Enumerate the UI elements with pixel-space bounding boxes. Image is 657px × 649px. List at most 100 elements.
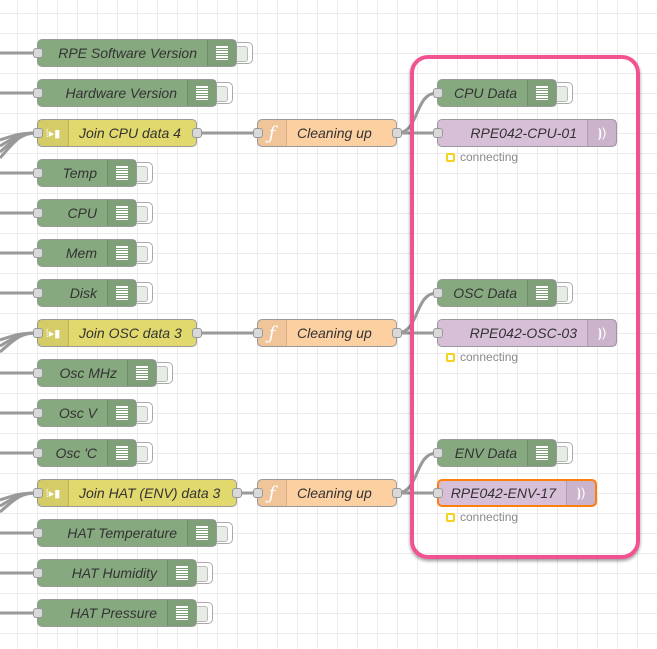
node-label: RPE Software Version xyxy=(58,45,197,61)
debug-node-hardware-version[interactable]: Hardware Version xyxy=(33,79,233,107)
input-port[interactable] xyxy=(33,448,43,458)
node-label: Cleaning up xyxy=(297,325,372,341)
debug-list-icon xyxy=(107,400,136,426)
debug-list-icon xyxy=(107,280,136,306)
input-port[interactable] xyxy=(33,248,43,258)
broadcast-icon: ⦘) xyxy=(587,320,616,346)
node-label: Hardware Version xyxy=(65,85,177,101)
debug-node-osc-mhz[interactable]: Osc MHz xyxy=(33,359,173,387)
debug-node-cpu[interactable]: CPU xyxy=(33,199,153,227)
debug-toggle-button[interactable] xyxy=(137,242,153,264)
debug-node-hat-humidity[interactable]: HAT Humidity xyxy=(33,559,213,587)
output-port[interactable] xyxy=(192,128,202,138)
debug-node-osc-data[interactable]: OSC Data xyxy=(433,279,573,307)
input-port[interactable] xyxy=(433,448,443,458)
function-node-cleaning-osc[interactable]: ƒ Cleaning up xyxy=(253,319,402,347)
node-label: RPE042-OSC-03 xyxy=(469,325,577,341)
debug-list-icon xyxy=(107,440,136,466)
input-port[interactable] xyxy=(33,328,43,338)
debug-node-cpu-data[interactable]: CPU Data xyxy=(433,79,573,107)
debug-toggle-button[interactable] xyxy=(137,282,153,304)
wire xyxy=(0,331,38,348)
input-port[interactable] xyxy=(433,288,443,298)
wire xyxy=(0,491,38,514)
debug-toggle-button[interactable] xyxy=(237,42,253,64)
node-label: Osc MHz xyxy=(59,365,117,381)
debug-node-osc-c[interactable]: Osc 'C xyxy=(33,439,153,467)
debug-node-temp[interactable]: Temp xyxy=(33,159,153,187)
debug-node-disk[interactable]: Disk xyxy=(33,279,153,307)
input-port[interactable] xyxy=(433,488,443,498)
input-port[interactable] xyxy=(253,488,263,498)
mqtt-out-node-env[interactable]: RPE042-ENV-17 ⦘) xyxy=(433,479,597,507)
join-node-osc[interactable]: ⁞▸▮ Join OSC data 3 xyxy=(33,319,202,347)
debug-toggle-button[interactable] xyxy=(217,522,233,544)
input-port[interactable] xyxy=(33,408,43,418)
output-port[interactable] xyxy=(232,488,242,498)
input-port[interactable] xyxy=(33,48,43,58)
input-port[interactable] xyxy=(33,488,43,498)
status-ring-icon xyxy=(446,152,455,162)
input-port[interactable] xyxy=(33,168,43,178)
mqtt-out-node-cpu[interactable]: RPE042-CPU-01 ⦘) xyxy=(433,119,617,147)
input-port[interactable] xyxy=(253,328,263,338)
input-port[interactable] xyxy=(33,208,43,218)
broadcast-icon: ⦘) xyxy=(566,481,595,505)
output-port[interactable] xyxy=(192,328,202,338)
mqtt-out-node-osc[interactable]: RPE042-OSC-03 ⦘) xyxy=(433,319,617,347)
debug-node-rpe-software-version[interactable]: RPE Software Version xyxy=(33,39,253,67)
debug-toggle-button[interactable] xyxy=(137,202,153,224)
input-port[interactable] xyxy=(33,568,43,578)
debug-node-osc-v[interactable]: Osc V xyxy=(33,399,153,427)
output-port[interactable] xyxy=(392,328,402,338)
node-label: Disk xyxy=(69,285,97,301)
debug-toggle-button[interactable] xyxy=(197,602,213,624)
input-port[interactable] xyxy=(433,328,443,338)
node-label: RPE042-CPU-01 xyxy=(470,125,577,141)
wire xyxy=(0,491,38,502)
output-port[interactable] xyxy=(392,128,402,138)
input-port[interactable] xyxy=(253,128,263,138)
node-label: Join HAT (ENV) data 3 xyxy=(79,485,221,501)
output-port[interactable] xyxy=(392,488,402,498)
debug-list-icon xyxy=(167,560,196,586)
input-port[interactable] xyxy=(433,128,443,138)
debug-node-hat-pressure[interactable]: HAT Pressure xyxy=(33,599,213,627)
debug-toggle-button[interactable] xyxy=(557,282,573,304)
input-port[interactable] xyxy=(33,368,43,378)
debug-toggle-button[interactable] xyxy=(137,442,153,464)
function-node-cleaning-env[interactable]: ƒ Cleaning up xyxy=(253,479,402,507)
debug-list-icon xyxy=(127,360,156,386)
node-label: HAT Humidity xyxy=(71,565,157,581)
debug-toggle-button[interactable] xyxy=(137,402,153,424)
node-label: OSC Data xyxy=(453,285,517,301)
debug-node-mem[interactable]: Mem xyxy=(33,239,153,267)
node-label: CPU xyxy=(67,205,97,221)
debug-toggle-button[interactable] xyxy=(157,362,173,384)
wire xyxy=(0,131,38,159)
debug-toggle-button[interactable] xyxy=(557,82,573,104)
join-node-hat-env[interactable]: ⁞▸▮ Join HAT (ENV) data 3 xyxy=(33,479,242,507)
debug-list-icon xyxy=(107,240,136,266)
wire xyxy=(0,491,38,508)
input-port[interactable] xyxy=(33,288,43,298)
node-label: Join OSC data 3 xyxy=(79,325,182,341)
input-port[interactable] xyxy=(33,128,43,138)
join-node-cpu[interactable]: ⁞▸▮ Join CPU data 4 xyxy=(33,119,202,147)
input-port[interactable] xyxy=(33,608,43,618)
node-label: Cleaning up xyxy=(297,125,372,141)
status-text: connecting xyxy=(460,150,519,164)
debug-toggle-button[interactable] xyxy=(217,82,233,104)
input-port[interactable] xyxy=(433,88,443,98)
debug-node-env-data[interactable]: ENV Data xyxy=(433,439,573,467)
debug-toggle-button[interactable] xyxy=(557,442,573,464)
wire xyxy=(0,331,38,354)
node-label: HAT Temperature xyxy=(67,525,177,541)
function-node-cleaning-cpu[interactable]: ƒ Cleaning up xyxy=(253,119,402,147)
debug-toggle-button[interactable] xyxy=(137,162,153,184)
wire xyxy=(0,131,38,148)
debug-toggle-button[interactable] xyxy=(197,562,213,584)
debug-node-hat-temperature[interactable]: HAT Temperature xyxy=(33,519,233,547)
input-port[interactable] xyxy=(33,88,43,98)
input-port[interactable] xyxy=(33,528,43,538)
